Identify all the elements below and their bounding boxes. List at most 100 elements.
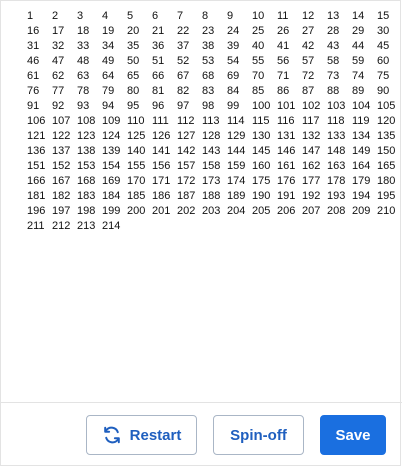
number-cell: 79 xyxy=(102,85,115,97)
number-cell: 19 xyxy=(102,25,115,37)
number-cell: 30 xyxy=(377,25,390,37)
save-button[interactable]: Save xyxy=(320,415,386,455)
number-cell: 109 xyxy=(102,115,121,127)
number-cell: 91 xyxy=(27,100,40,112)
number-cell: 15 xyxy=(377,10,390,22)
number-cell: 105 xyxy=(377,100,396,112)
number-cell: 169 xyxy=(102,175,121,187)
number-cell: 127 xyxy=(177,130,196,142)
number-cell: 101 xyxy=(277,100,296,112)
number-cell: 39 xyxy=(227,40,240,52)
number-cell: 27 xyxy=(302,25,315,37)
number-cell: 108 xyxy=(77,115,96,127)
number-cell: 176 xyxy=(277,175,296,187)
number-cell: 38 xyxy=(202,40,215,52)
number-cell: 187 xyxy=(177,190,196,202)
number-cell: 35 xyxy=(127,40,140,52)
number-cell: 6 xyxy=(152,10,159,22)
number-cell: 43 xyxy=(327,40,340,52)
number-cell: 106 xyxy=(27,115,46,127)
number-cell: 114 xyxy=(227,115,245,127)
number-cell: 175 xyxy=(252,175,271,187)
number-cell: 162 xyxy=(302,160,321,172)
number-cell: 211 xyxy=(27,220,45,232)
number-cell: 107 xyxy=(52,115,71,127)
number-cell: 189 xyxy=(227,190,246,202)
number-cell: 51 xyxy=(152,55,165,67)
number-cell: 49 xyxy=(102,55,115,67)
number-cell: 177 xyxy=(302,175,321,187)
number-cell: 160 xyxy=(252,160,271,172)
number-cell: 213 xyxy=(77,220,96,232)
number-cell: 178 xyxy=(327,175,346,187)
number-cell: 45 xyxy=(377,40,390,52)
number-cell: 46 xyxy=(27,55,40,67)
number-cell: 21 xyxy=(152,25,165,37)
number-cell: 168 xyxy=(77,175,96,187)
number-cell: 22 xyxy=(177,25,190,37)
number-cell: 112 xyxy=(177,115,195,127)
number-cell: 130 xyxy=(252,130,271,142)
number-cell: 23 xyxy=(202,25,215,37)
number-cell: 133 xyxy=(327,130,346,142)
app-window: 1 2 3 4 5 6 7 8 9 10 11 12 13 14 15 16 17 18 19 20 21 22 23 24 2… xyxy=(0,0,402,466)
number-cell: 142 xyxy=(177,145,196,157)
number-cell: 17 xyxy=(52,25,65,37)
number-cell: 193 xyxy=(327,190,346,202)
number-cell: 214 xyxy=(102,220,121,232)
number-cell: 205 xyxy=(252,205,271,217)
number-cell: 196 xyxy=(27,205,46,217)
number-cell: 89 xyxy=(352,85,365,97)
number-cell: 98 xyxy=(202,100,215,112)
number-cell: 141 xyxy=(152,145,171,157)
number-cell: 3 xyxy=(77,10,84,22)
number-cell: 67 xyxy=(177,70,190,82)
number-cell: 132 xyxy=(302,130,321,142)
number-cell: 150 xyxy=(377,145,396,157)
number-cell: 88 xyxy=(327,85,340,97)
number-cell: 158 xyxy=(202,160,221,172)
number-cell: 4 xyxy=(102,10,109,22)
number-cell: 90 xyxy=(377,85,390,97)
number-cell: 5 xyxy=(127,10,134,22)
number-cell: 203 xyxy=(202,205,221,217)
number-cell: 174 xyxy=(227,175,246,187)
number-cell: 83 xyxy=(202,85,215,97)
number-cell: 123 xyxy=(77,130,96,142)
number-cell: 18 xyxy=(77,25,90,37)
number-cell: 99 xyxy=(227,100,240,112)
number-cell: 163 xyxy=(327,160,346,172)
number-cell: 188 xyxy=(202,190,221,202)
restart-button[interactable]: Restart xyxy=(86,415,197,455)
number-cell: 206 xyxy=(277,205,296,217)
number-cell: 209 xyxy=(352,205,371,217)
number-cell: 7 xyxy=(177,10,184,22)
number-cell: 2 xyxy=(52,10,59,22)
number-cell: 41 xyxy=(277,40,290,52)
number-cell: 204 xyxy=(227,205,246,217)
spin-off-button[interactable]: Spin-off xyxy=(213,415,304,455)
number-cell: 181 xyxy=(27,190,46,202)
number-cell: 144 xyxy=(227,145,246,157)
number-cell: 126 xyxy=(152,130,171,142)
number-cell: 81 xyxy=(152,85,165,97)
number-cell: 151 xyxy=(27,160,46,172)
number-cell: 153 xyxy=(77,160,96,172)
number-cell: 95 xyxy=(127,100,140,112)
number-cell: 13 xyxy=(327,10,340,22)
number-cell: 113 xyxy=(202,115,220,127)
spin-off-label: Spin-off xyxy=(230,426,287,444)
number-cell: 124 xyxy=(102,130,121,142)
number-cell: 65 xyxy=(127,70,140,82)
number-cell: 12 xyxy=(302,10,315,22)
number-cell: 100 xyxy=(252,100,271,112)
number-cell: 155 xyxy=(127,160,146,172)
number-cell: 69 xyxy=(227,70,240,82)
number-cell: 135 xyxy=(377,130,396,142)
number-cell: 173 xyxy=(202,175,221,187)
number-cell: 182 xyxy=(52,190,71,202)
number-cell: 172 xyxy=(177,175,196,187)
number-cell: 40 xyxy=(252,40,265,52)
number-grid: 1 2 3 4 5 6 7 8 9 10 11 12 13 14 15 16 17 18 19 20 21 22 23 24 2… xyxy=(21,9,395,234)
number-cell: 20 xyxy=(127,25,140,37)
